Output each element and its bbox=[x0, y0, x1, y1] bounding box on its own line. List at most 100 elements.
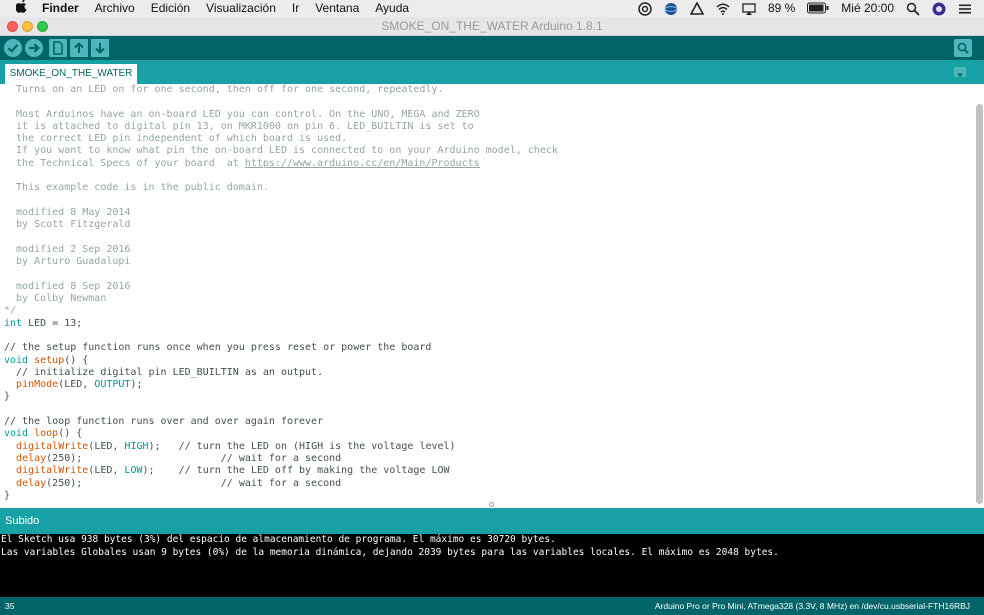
menu-ayuda[interactable]: Ayuda bbox=[375, 0, 409, 17]
blue-globe-icon[interactable] bbox=[664, 2, 678, 16]
code-token: by Colby Newman bbox=[4, 293, 107, 305]
code-token: the Technical Specs of your board at bbox=[4, 157, 245, 169]
code-token: // initialize digital pin LED_BUILTIN as… bbox=[4, 366, 324, 378]
menu-archivo[interactable]: Archivo bbox=[95, 0, 135, 17]
code-token: (LED, bbox=[88, 465, 125, 477]
menu-edicion[interactable]: Edición bbox=[151, 0, 190, 17]
code-token: (LED, bbox=[58, 379, 95, 391]
code-line: the correct LED pin independent of which… bbox=[4, 133, 558, 145]
arrow-down-icon bbox=[95, 43, 105, 54]
code-token: it is attached to digital pin 13, on MKR… bbox=[4, 120, 474, 132]
code-line: modified 2 Sep 2016 bbox=[4, 244, 558, 256]
apple-menu-icon[interactable] bbox=[14, 0, 30, 17]
footer-bar: 35 Arduino Pro or Pro Mini, ATmega328 (3… bbox=[0, 597, 984, 615]
code-token: } bbox=[4, 489, 11, 501]
code-line: // initialize digital pin LED_BUILTIN as… bbox=[4, 367, 558, 379]
drive-triangle-icon[interactable] bbox=[689, 0, 705, 16]
wifi-icon[interactable] bbox=[716, 2, 730, 16]
magnifier-icon bbox=[957, 42, 969, 54]
tab-menu-button[interactable] bbox=[954, 67, 966, 77]
arduino-toolbar bbox=[0, 36, 984, 60]
code-token: () { bbox=[64, 354, 89, 366]
code-line: } bbox=[4, 490, 558, 502]
menu-extras: 89 % Mié 20:00 bbox=[638, 0, 984, 17]
open-sketch-button[interactable] bbox=[70, 39, 88, 57]
code-line: void setup() { bbox=[4, 355, 558, 367]
code-line: This example code is in the public domai… bbox=[4, 182, 558, 194]
code-token: the correct LED pin independent of which… bbox=[4, 133, 348, 145]
editor-scrollbar[interactable] bbox=[976, 104, 983, 504]
code-token: void bbox=[4, 428, 29, 440]
menu-ir[interactable]: Ir bbox=[292, 0, 299, 17]
code-token: by Arturo Guadalupi bbox=[4, 256, 131, 268]
code-editor[interactable]: Turns on an LED on for one second, then … bbox=[0, 84, 984, 508]
code-token: // the setup function runs once when you… bbox=[4, 342, 432, 354]
tab-smoke-on-the-water[interactable]: SMOKE_ON_THE_WATER bbox=[5, 64, 137, 84]
code-link[interactable]: https://www.arduino.cc/en/Main/Products bbox=[245, 158, 480, 169]
code-line: digitalWrite(LED, HIGH); // turn the LED… bbox=[4, 441, 558, 453]
airplay-icon[interactable] bbox=[742, 2, 756, 16]
code-token: LED = 13; bbox=[22, 317, 83, 329]
code-line: // the setup function runs once when you… bbox=[4, 342, 558, 354]
code-line: modified 8 May 2014 bbox=[4, 207, 558, 219]
menu-visualizacion[interactable]: Visualización bbox=[206, 0, 276, 17]
macos-menu-bar: Finder Archivo Edición Visualización Ir … bbox=[0, 0, 984, 17]
panel-resize-handle[interactable] bbox=[489, 502, 494, 507]
creative-cloud-icon[interactable] bbox=[638, 1, 652, 16]
code-line: int LED = 13; bbox=[4, 318, 558, 330]
code-token: delay bbox=[16, 452, 47, 464]
code-token: modified 8 May 2014 bbox=[4, 206, 131, 218]
upload-button[interactable] bbox=[25, 39, 43, 57]
arrow-up-icon bbox=[74, 42, 84, 53]
new-sketch-button[interactable] bbox=[49, 39, 67, 57]
code-token: } bbox=[4, 391, 11, 403]
checkmark-icon bbox=[7, 44, 19, 53]
battery-icon[interactable] bbox=[807, 2, 829, 16]
code-token: void bbox=[4, 354, 29, 366]
code-line: // the loop function runs over and over … bbox=[4, 416, 558, 428]
menubar-clock[interactable]: Mié 20:00 bbox=[841, 0, 894, 17]
code-text[interactable]: Turns on an LED on for one second, then … bbox=[4, 84, 558, 502]
code-line: } bbox=[4, 391, 558, 403]
window-title-bar: SMOKE_ON_THE_WATER Arduino 1.8.1 bbox=[0, 17, 984, 36]
status-bar: Subido bbox=[0, 508, 984, 534]
menu-finder[interactable]: Finder bbox=[42, 0, 79, 17]
menu-ventana[interactable]: Ventana bbox=[315, 0, 359, 17]
battery-percent: 89 % bbox=[767, 1, 796, 15]
cursor-line-number: 35 bbox=[5, 601, 15, 611]
save-sketch-button[interactable] bbox=[91, 39, 109, 57]
verify-button[interactable] bbox=[4, 39, 22, 57]
code-line: by Scott Fitzgerald bbox=[4, 219, 558, 231]
code-token: // the loop function runs over and over … bbox=[4, 416, 324, 428]
code-line: delay(250); // wait for a second bbox=[4, 453, 558, 465]
code-token: LOW bbox=[124, 465, 143, 477]
code-token: ); // turn the LED off by making the vol… bbox=[142, 465, 450, 477]
board-port-info: Arduino Pro or Pro Mini, ATmega328 (3.3V… bbox=[654, 601, 970, 611]
code-token: digitalWrite bbox=[16, 440, 89, 452]
code-line: Turns on an LED on for one second, then … bbox=[4, 84, 558, 96]
arrow-right-icon bbox=[29, 43, 40, 53]
console-output[interactable]: El Sketch usa 938 bytes (3%) del espacio… bbox=[0, 534, 984, 597]
code-token: int bbox=[4, 317, 23, 329]
code-token: (250); // wait for a second bbox=[46, 452, 342, 464]
user-avatar-icon[interactable] bbox=[932, 2, 946, 16]
serial-monitor-button[interactable] bbox=[954, 39, 972, 57]
window-title: SMOKE_ON_THE_WATER Arduino 1.8.1 bbox=[381, 19, 603, 33]
spotlight-search-icon[interactable] bbox=[906, 2, 920, 16]
code-line: If you want to know what pin the on-boar… bbox=[4, 145, 558, 157]
code-token: loop bbox=[34, 428, 59, 440]
console-line: El Sketch usa 938 bytes (3%) del espacio… bbox=[1, 534, 556, 545]
code-token: modified 8 Sep 2016 bbox=[4, 280, 131, 292]
code-line: modified 8 Sep 2016 bbox=[4, 281, 558, 293]
code-token: modified 2 Sep 2016 bbox=[4, 243, 131, 255]
notification-center-icon[interactable] bbox=[958, 2, 972, 16]
code-token: This example code is in the public domai… bbox=[4, 182, 269, 194]
